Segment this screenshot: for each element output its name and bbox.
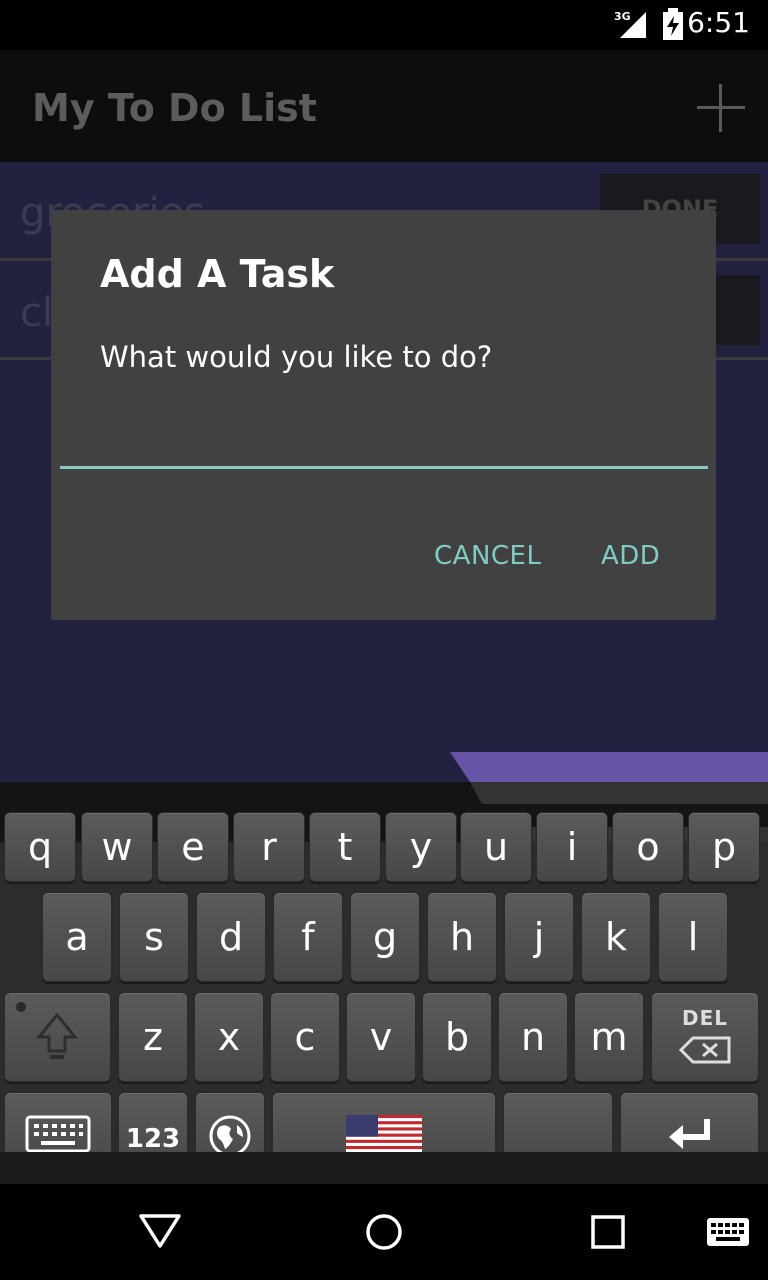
key-label: q (27, 825, 53, 869)
key-q[interactable]: q (4, 812, 76, 882)
key-h[interactable]: h (427, 892, 497, 982)
shift-key[interactable] (4, 992, 111, 1082)
key-r[interactable]: r (233, 812, 305, 882)
key-label: w (101, 825, 133, 869)
key-x[interactable]: x (194, 992, 264, 1082)
status-clock: 6:51 (687, 6, 750, 39)
key-a[interactable]: a (42, 892, 112, 982)
keyboard-switch-icon[interactable] (706, 1216, 750, 1248)
key-label: n (520, 1015, 546, 1059)
key-label: p (711, 825, 737, 869)
key-label: o (636, 825, 660, 869)
key-s[interactable]: s (119, 892, 189, 982)
key-g[interactable]: g (350, 892, 420, 982)
key-t[interactable]: t (309, 812, 381, 882)
key-label: a (65, 915, 89, 959)
key-f[interactable]: f (273, 892, 343, 982)
key-label: z (143, 1015, 163, 1059)
status-bar (0, 0, 768, 50)
key-label: i (566, 825, 578, 869)
keyboard-bottom-edge (0, 1152, 768, 1184)
key-label: e (181, 825, 205, 869)
key-d[interactable]: d (196, 892, 266, 982)
plus-icon[interactable] (695, 82, 747, 134)
shift-icon (16, 1002, 79, 1059)
backspace-icon (678, 1036, 731, 1064)
keyboard-icon (25, 1115, 91, 1153)
key-i[interactable]: i (536, 812, 608, 882)
network-type-label: 3G (614, 10, 631, 23)
key-j[interactable]: j (504, 892, 574, 982)
key-o[interactable]: o (612, 812, 684, 882)
dialog-message: What would you like to do? (100, 340, 493, 374)
key-label: h (449, 915, 475, 959)
key-p[interactable]: p (688, 812, 760, 882)
key-c[interactable]: c (270, 992, 340, 1082)
key-label: x (217, 1015, 241, 1059)
key-l[interactable]: l (658, 892, 728, 982)
key-label: g (372, 915, 398, 959)
delete-key[interactable]: DEL (651, 992, 759, 1082)
home-icon[interactable] (364, 1212, 404, 1252)
app-title: My To Do List (32, 86, 317, 130)
key-m[interactable]: m (574, 992, 644, 1082)
task-item-label: cl (20, 290, 54, 336)
enter-icon (668, 1119, 710, 1149)
key-z[interactable]: z (118, 992, 188, 1082)
key-u[interactable]: u (460, 812, 532, 882)
cell-signal-icon: 3G (614, 10, 646, 38)
key-w[interactable]: w (81, 812, 153, 882)
key-label: b (444, 1015, 470, 1059)
key-label: t (337, 825, 353, 869)
key-label: l (687, 915, 699, 959)
key-n[interactable]: n (498, 992, 568, 1082)
battery-charging-icon (663, 8, 683, 40)
key-label: d (218, 915, 244, 959)
key-label: y (409, 825, 433, 869)
key-label: u (483, 825, 509, 869)
key-label: v (369, 1015, 393, 1059)
key-y[interactable]: y (385, 812, 457, 882)
key-label: j (533, 915, 545, 959)
key-label: r (261, 825, 277, 869)
key-v[interactable]: v (346, 992, 416, 1082)
key-k[interactable]: k (581, 892, 651, 982)
key-label: c (294, 1015, 316, 1059)
key-label: m (590, 1015, 628, 1059)
add-button[interactable]: ADD (601, 541, 660, 571)
key-b[interactable]: b (422, 992, 492, 1082)
dialog-title: Add A Task (100, 252, 335, 296)
recents-icon[interactable] (590, 1214, 626, 1250)
del-label: DEL (681, 1006, 728, 1030)
key-label: k (604, 915, 627, 959)
key-e[interactable]: e (157, 812, 229, 882)
task-input[interactable] (60, 410, 708, 469)
cancel-button[interactable]: CANCEL (434, 541, 541, 571)
back-icon[interactable] (138, 1212, 182, 1250)
key-label: f (301, 915, 315, 959)
us-flag-icon (346, 1115, 422, 1155)
key-label: s (144, 915, 164, 959)
